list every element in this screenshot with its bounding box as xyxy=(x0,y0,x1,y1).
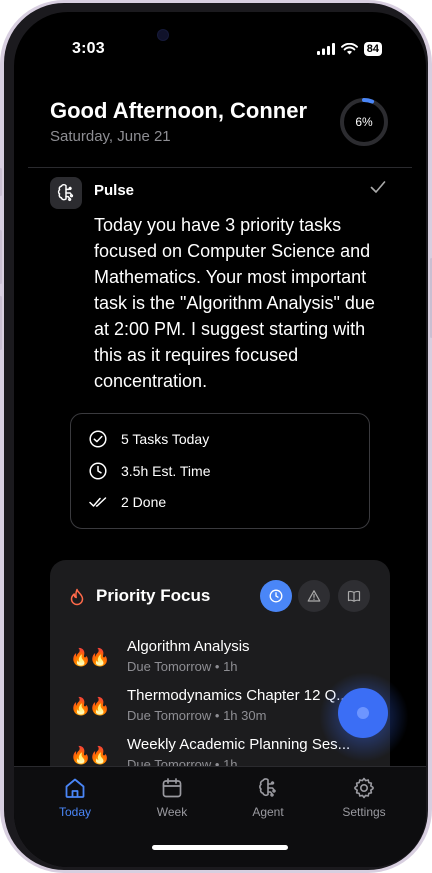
home-icon xyxy=(65,778,85,798)
home-indicator xyxy=(152,845,288,850)
volume-up-button xyxy=(0,230,2,284)
clock-icon xyxy=(89,462,107,480)
filter-time-button[interactable] xyxy=(260,580,292,612)
warning-icon xyxy=(307,590,321,602)
signal-icon xyxy=(316,43,335,55)
stats-card: 5 Tasks Today 3.5h Est. Time 2 Done xyxy=(70,413,370,529)
task-meta: Due Tomorrow • 1h 30m xyxy=(127,708,267,723)
tab-label: Agent xyxy=(252,805,284,819)
phone-frame: 3:03 84 Good Afternoon, Conner Saturday,… xyxy=(0,0,432,873)
brain-icon xyxy=(50,177,82,209)
flame-icon xyxy=(70,588,84,606)
screen: 3:03 84 Good Afternoon, Conner Saturday,… xyxy=(14,12,426,867)
wifi-icon xyxy=(340,43,358,55)
priority-flames: 🔥🔥 xyxy=(70,697,110,716)
priority-flames: 🔥🔥 xyxy=(70,746,110,765)
checkmark-icon[interactable] xyxy=(370,180,386,194)
calendar-icon xyxy=(162,778,182,798)
check-circle-icon xyxy=(89,430,107,448)
dynamic-island xyxy=(164,20,276,52)
tab-label: Today xyxy=(58,805,92,819)
divider xyxy=(28,167,412,168)
book-icon xyxy=(347,590,361,602)
date-label: Saturday, June 21 xyxy=(50,128,171,145)
battery-indicator: 84 xyxy=(363,42,382,56)
progress-label: 6% xyxy=(355,115,373,129)
gear-icon xyxy=(354,777,374,799)
stat-label: 5 Tasks Today xyxy=(121,431,210,447)
stat-tasks-today: 5 Tasks Today xyxy=(89,430,209,448)
double-check-icon xyxy=(89,497,107,507)
tab-settings[interactable]: Settings xyxy=(324,775,404,819)
volume-down-button xyxy=(0,296,2,350)
priority-focus-title: Priority Focus xyxy=(96,586,211,605)
pulse-message: Today you have 3 priority tasks focused … xyxy=(94,215,375,391)
tab-label: Settings xyxy=(342,805,386,819)
stat-est-time: 3.5h Est. Time xyxy=(89,462,210,480)
status-time: 3:03 xyxy=(72,40,105,57)
brain-icon xyxy=(259,778,276,797)
tab-week[interactable]: Week xyxy=(132,775,212,819)
task-item[interactable]: 🔥🔥 Algorithm Analysis Due Tomorrow • 1h xyxy=(50,638,390,682)
tab-agent[interactable]: Agent xyxy=(228,775,308,819)
filter-urgent-button[interactable] xyxy=(298,580,330,612)
task-title: Algorithm Analysis xyxy=(127,638,250,655)
phone-bezel: 3:03 84 Good Afternoon, Conner Saturday,… xyxy=(4,3,428,870)
status-icons: 84 xyxy=(316,42,382,56)
priority-flames: 🔥🔥 xyxy=(70,648,110,667)
task-meta: Due Tomorrow • 1h xyxy=(127,659,238,674)
pulse-title: Pulse xyxy=(94,182,135,199)
tab-today[interactable]: Today xyxy=(35,775,115,819)
priority-focus-card: Priority Focus 🔥🔥 Algorithm Analysis Due… xyxy=(50,560,390,790)
camera-dot xyxy=(158,30,168,40)
stat-done: 2 Done xyxy=(89,494,166,510)
agent-dot-icon xyxy=(357,707,369,719)
greeting-title: Good Afternoon, Conner xyxy=(50,98,308,123)
mute-switch xyxy=(0,168,2,196)
filter-study-button[interactable] xyxy=(338,580,370,612)
clock-icon xyxy=(269,589,283,603)
stat-label: 3.5h Est. Time xyxy=(121,463,211,479)
tab-bar: Today Week Agent Settings xyxy=(14,766,426,867)
tab-label: Week xyxy=(156,805,188,819)
stat-label: 2 Done xyxy=(121,494,167,510)
